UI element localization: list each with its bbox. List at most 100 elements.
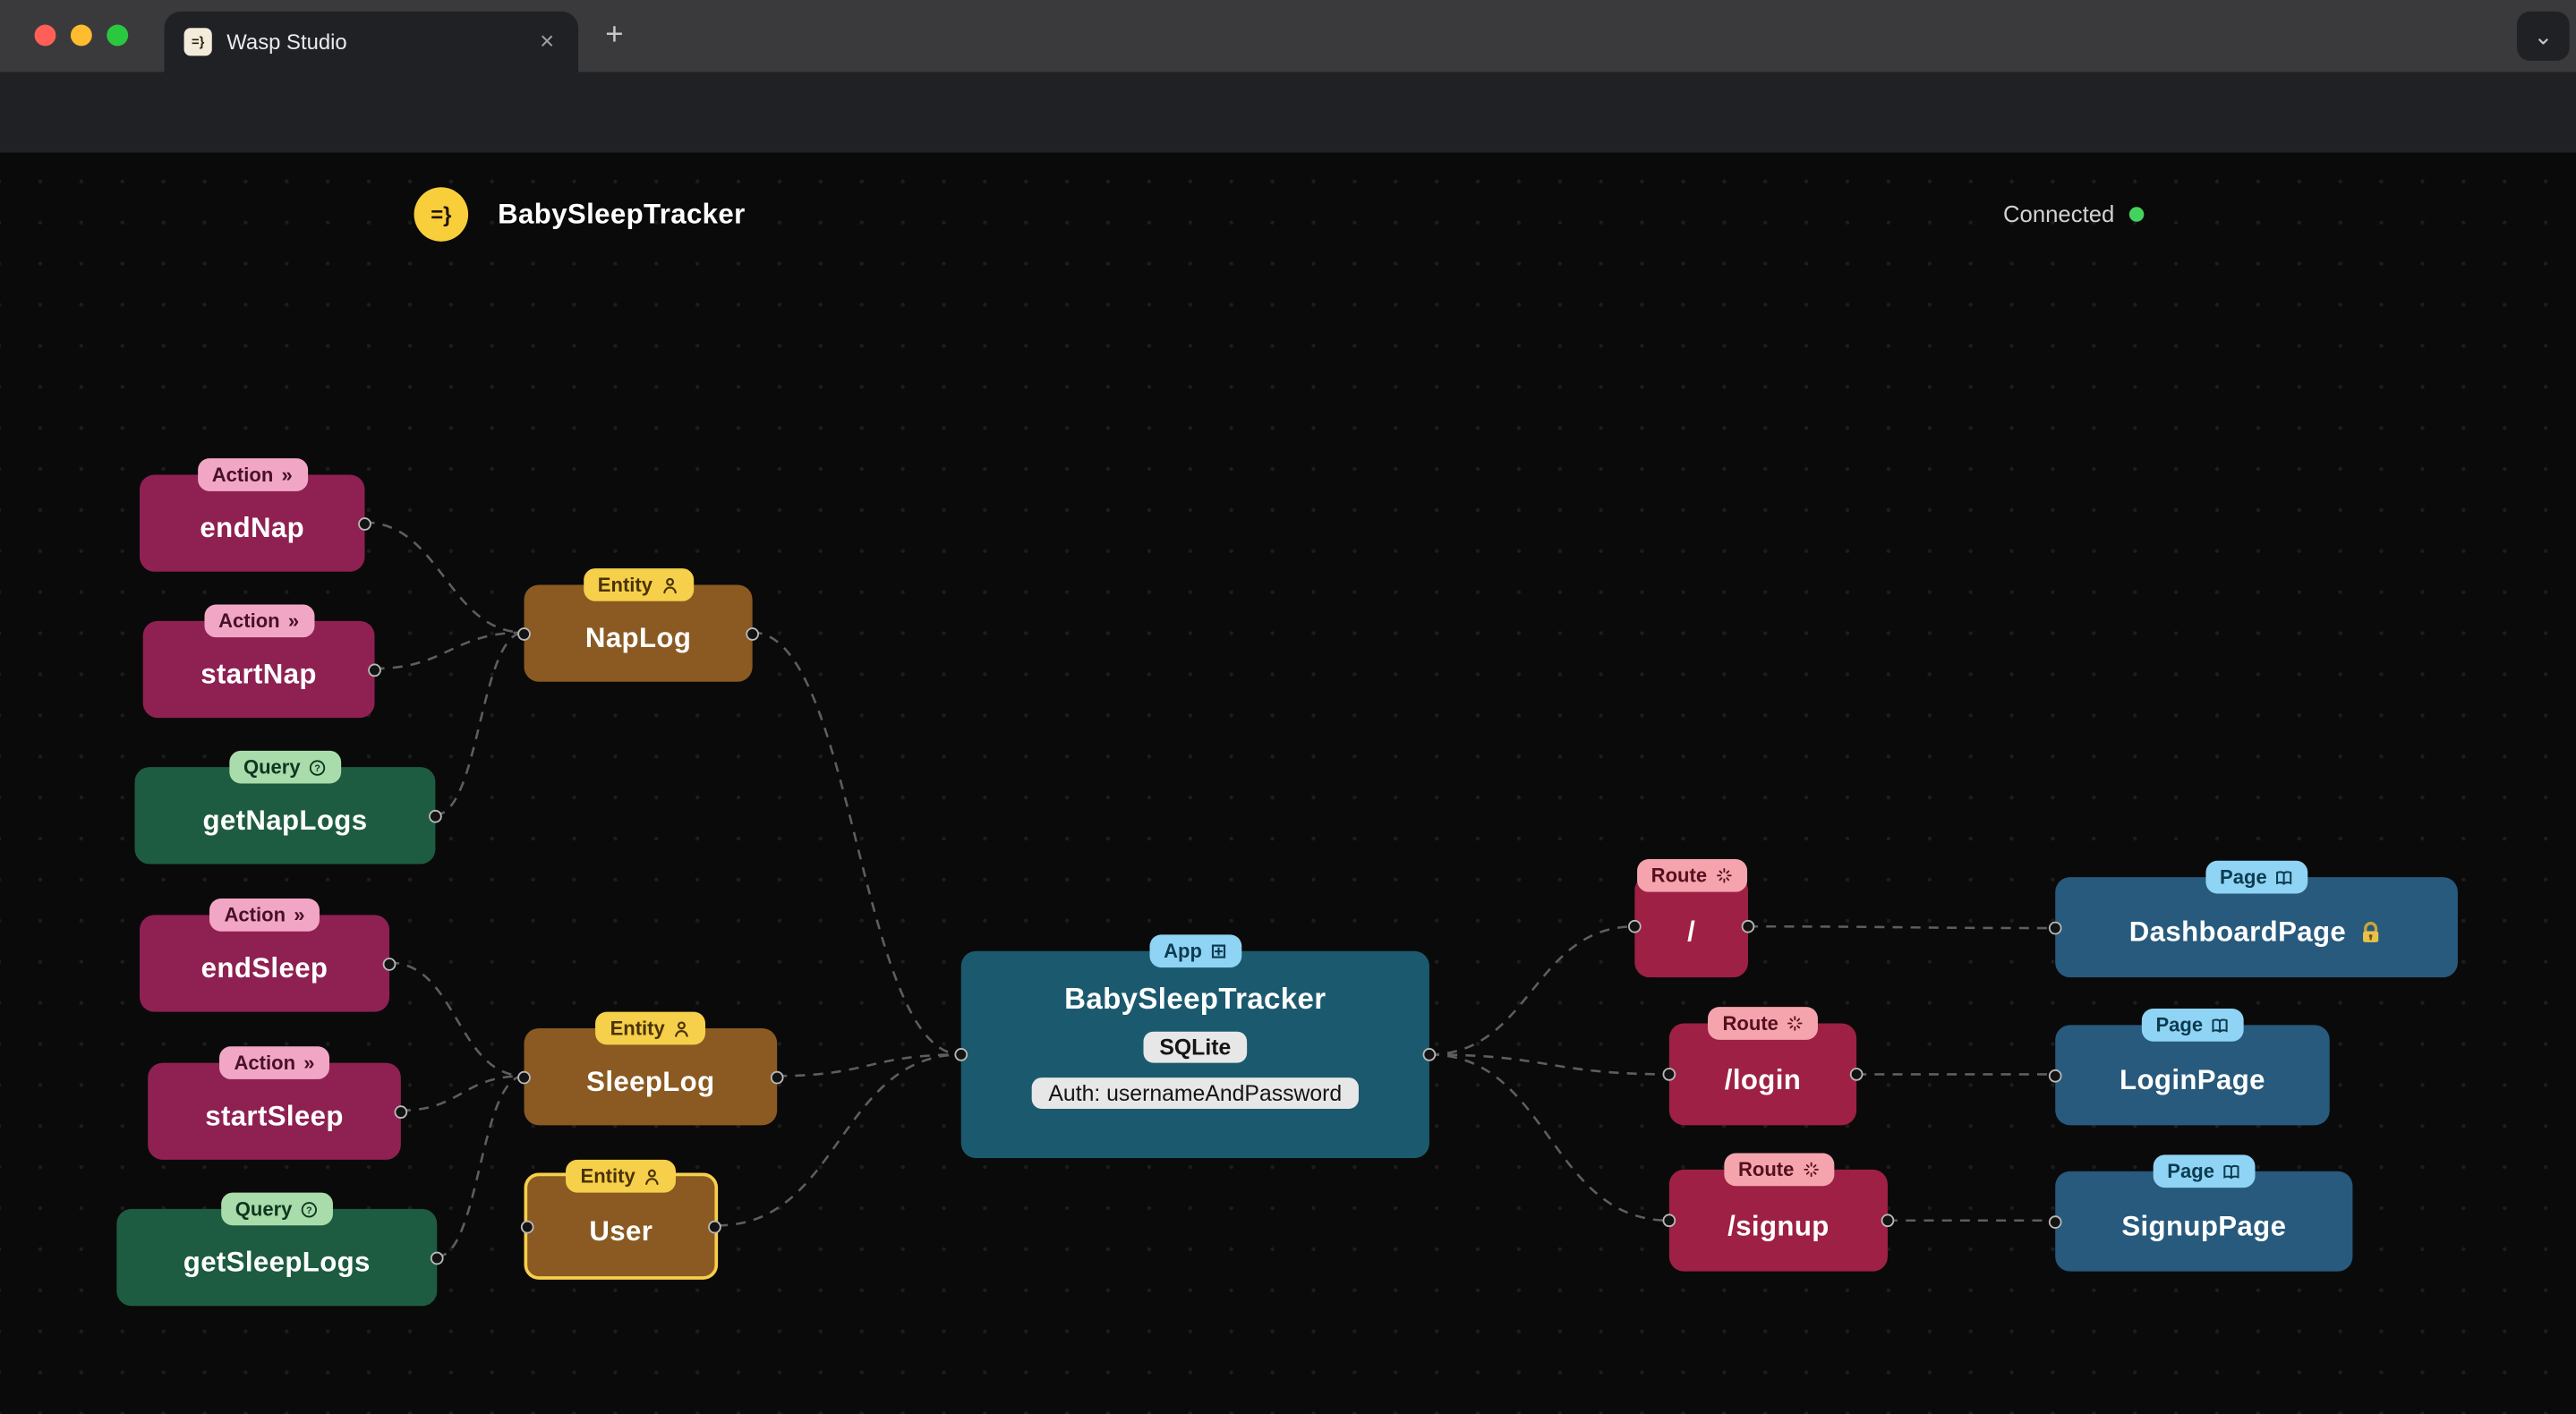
close-window-button[interactable] — [34, 24, 56, 47]
minimize-window-button[interactable] — [70, 24, 92, 47]
node-getNapLogs[interactable]: Query ? getNapLogs — [134, 750, 442, 865]
edge-startSleep-SleepLog — [400, 1074, 525, 1112]
page-book-icon — [2212, 1018, 2228, 1033]
port-left — [517, 626, 531, 640]
edge-root-DashboardPage — [1747, 924, 2056, 930]
port-left — [2048, 1068, 2062, 1082]
port-right — [358, 516, 371, 530]
query-icon: ? — [310, 759, 326, 775]
new-tab-button[interactable]: + — [593, 15, 636, 58]
node-route-root[interactable]: Route / — [1627, 858, 1755, 978]
auth-pill: Auth: usernameAndPassword — [1032, 1078, 1359, 1109]
action-icon: » — [281, 462, 293, 486]
port-right — [1741, 919, 1755, 933]
browser-tab[interactable]: =} Wasp Studio × — [164, 11, 579, 72]
action-badge: Action » — [203, 604, 314, 638]
port-left — [520, 1219, 534, 1233]
port-right — [1881, 1214, 1895, 1228]
node-title: /signup — [1727, 1209, 1830, 1241]
port-left — [517, 1069, 531, 1084]
port-right — [708, 1219, 721, 1233]
route-icon — [1803, 1162, 1818, 1178]
node-route-signup[interactable]: Route /signup — [1662, 1153, 1895, 1272]
node-startNap[interactable]: Action » startNap — [142, 604, 381, 719]
badge-label: Action — [211, 462, 274, 486]
app-badge: App ⊞ — [1148, 934, 1242, 968]
tab-close-icon[interactable]: × — [533, 27, 562, 56]
entity-person-icon — [675, 1020, 689, 1036]
edge-app-route-login — [1429, 1053, 1669, 1076]
edge-app-route-root — [1429, 924, 1635, 1056]
port-right — [1849, 1068, 1864, 1081]
node-title: startSleep — [205, 1100, 344, 1132]
port-left — [954, 1048, 968, 1061]
node-title: DashboardPage — [2128, 916, 2347, 949]
node-title: startNap — [200, 659, 317, 690]
wasp-studio-canvas[interactable]: =} BabySleepTracker Connected Action » e… — [0, 152, 2576, 1414]
page-badge: Page — [2140, 1008, 2245, 1042]
port-right — [430, 1250, 444, 1265]
edge-NapLog-app — [752, 631, 961, 1056]
badge-label: Page — [2167, 1158, 2214, 1182]
edge-SleepLog-app — [777, 1053, 961, 1078]
action-badge: Action » — [197, 458, 308, 491]
port-left — [2048, 920, 2062, 934]
node-route-login[interactable]: Route /login — [1662, 1007, 1864, 1126]
route-badge: Route — [1636, 858, 1747, 892]
svg-text:?: ? — [306, 1205, 312, 1215]
db-pill: SQLite — [1143, 1031, 1248, 1063]
edge-getNapLogs-NapLog — [435, 631, 525, 816]
node-startSleep[interactable]: Action » startSleep — [148, 1046, 408, 1160]
node-title: SignupPage — [2121, 1210, 2287, 1242]
entity-badge: Entity — [566, 1159, 677, 1193]
badge-label: Route — [1651, 863, 1708, 887]
route-badge: Route — [1723, 1153, 1834, 1187]
node-page-LoginPage[interactable]: Page LoginPage — [2048, 1008, 2330, 1126]
node-title: NapLog — [584, 622, 692, 654]
node-entity-User[interactable]: Entity User — [520, 1159, 721, 1280]
port-right — [368, 662, 381, 677]
route-icon — [1787, 1016, 1803, 1031]
badge-label: Action — [234, 1050, 296, 1074]
route-icon — [1716, 868, 1731, 883]
badge-label: Page — [2155, 1012, 2204, 1036]
badge-label: Action — [224, 902, 286, 926]
node-title: LoginPage — [2120, 1064, 2265, 1096]
node-page-SignupPage[interactable]: Page SignupPage — [2048, 1154, 2353, 1272]
action-icon: » — [303, 1050, 315, 1074]
port-left — [2048, 1214, 2062, 1229]
node-entity-NapLog[interactable]: Entity NapLog — [517, 568, 760, 682]
node-title: User — [589, 1215, 653, 1248]
route-badge: Route — [1708, 1007, 1818, 1040]
query-badge: Query ? — [228, 750, 342, 784]
node-title: BabySleepTracker — [1064, 982, 1326, 1016]
node-endNap[interactable]: Action » endNap — [140, 458, 371, 572]
node-endSleep[interactable]: Action » endSleep — [140, 899, 397, 1012]
tab-search-chevron-icon[interactable]: ⌄ — [2516, 11, 2570, 61]
entity-badge: Entity — [595, 1011, 706, 1045]
port-right — [382, 957, 397, 970]
port-left — [1627, 919, 1642, 933]
window-controls — [34, 24, 129, 47]
node-getSleepLogs[interactable]: Query ? getSleepLogs — [116, 1192, 444, 1307]
node-entity-SleepLog[interactable]: Entity SleepLog — [517, 1011, 784, 1126]
port-right — [429, 808, 442, 822]
node-title: getNapLogs — [202, 805, 368, 837]
badge-label: Query — [235, 1197, 293, 1220]
query-icon: ? — [302, 1201, 318, 1217]
action-icon: » — [287, 609, 300, 632]
edge-endNap-NapLog — [364, 521, 525, 634]
app-grid-icon: ⊞ — [1210, 938, 1227, 962]
edge-endSleep-SleepLog — [389, 961, 525, 1078]
zoom-window-button[interactable] — [107, 24, 129, 47]
tab-strip: =} Wasp Studio × + ⌄ — [0, 0, 2576, 72]
entity-person-icon — [662, 576, 677, 593]
port-left — [1662, 1214, 1676, 1228]
edge-getSleepLogs-SleepLog — [437, 1074, 525, 1258]
badge-label: Query — [243, 754, 301, 779]
entity-badge: Entity — [583, 568, 694, 601]
browser-toolbar: ← → ↻ ⓘ localhost:4000 ☆ Incognito Relau… — [0, 72, 2576, 214]
port-right — [394, 1104, 408, 1119]
node-page-DashboardPage[interactable]: Page DashboardPage — [2048, 860, 2458, 978]
node-app-BabySleepTracker[interactable]: App ⊞ BabySleepTracker SQLite Auth: user… — [954, 934, 1437, 1159]
